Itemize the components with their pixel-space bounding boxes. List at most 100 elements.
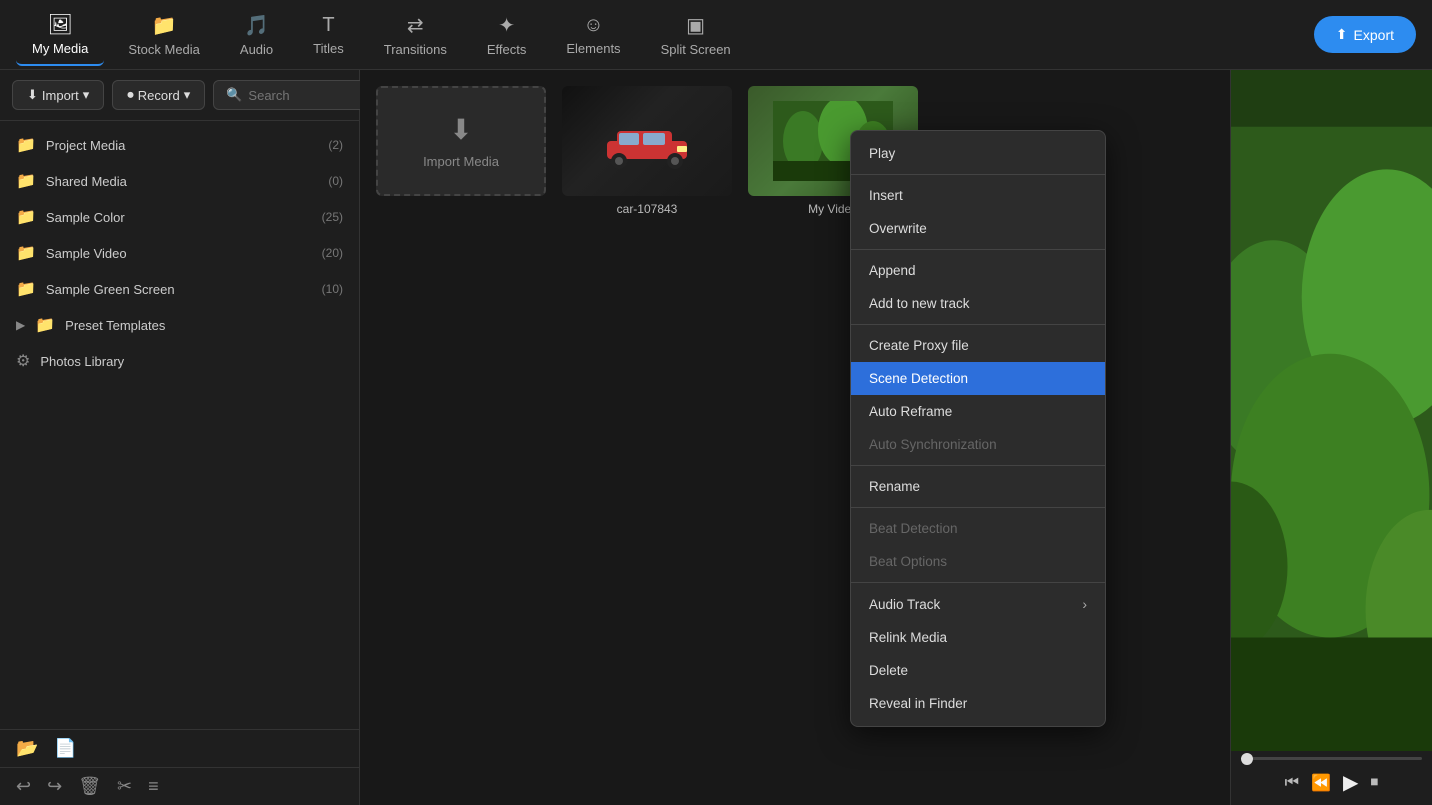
menu-item-scene-detection[interactable]: Scene Detection: [851, 362, 1105, 395]
nav-titles-label: Titles: [313, 41, 344, 56]
nav-audio[interactable]: 🎵 Audio: [224, 5, 289, 65]
sidebar-item-sample-video[interactable]: 📁 Sample Video (20): [0, 235, 359, 271]
nav-split-screen[interactable]: ▣ Split Screen: [645, 5, 747, 65]
menu-item-reveal-in-finder[interactable]: Reveal in Finder: [851, 687, 1105, 720]
sidebar-item-count: (0): [328, 174, 343, 188]
sidebar-item-label: Sample Video: [46, 246, 127, 261]
menu-item-append[interactable]: Append: [851, 254, 1105, 287]
undo-icon[interactable]: ↩: [16, 776, 31, 797]
adjust-icon[interactable]: ≡: [148, 776, 159, 797]
menu-item-auto-reframe[interactable]: Auto Reframe: [851, 395, 1105, 428]
sidebar-toolbar: ⬇ Import ▾ ⏺ Record ▾ 🔍 ⊟ ⋮⋮: [0, 70, 359, 121]
menu-separator-6: [851, 582, 1105, 583]
main-body: ⬇ Import ▾ ⏺ Record ▾ 🔍 ⊟ ⋮⋮ 📁 Projec: [0, 70, 1432, 805]
record-icon: ⏺: [127, 87, 134, 103]
split-screen-icon: ▣: [686, 13, 705, 38]
sidebar: ⬇ Import ▾ ⏺ Record ▾ 🔍 ⊟ ⋮⋮ 📁 Projec: [0, 70, 360, 805]
media-tile-car[interactable]: car-107843: [562, 86, 732, 216]
folder-icon: 📁: [16, 171, 36, 191]
delete-icon[interactable]: 🗑: [78, 776, 101, 797]
nav-elements[interactable]: ☺ Elements: [550, 6, 636, 64]
menu-item-insert[interactable]: Insert: [851, 179, 1105, 212]
menu-item-beat-detection: Beat Detection: [851, 512, 1105, 545]
step-back-icon[interactable]: ⏪: [1311, 773, 1331, 793]
menu-play-label: Play: [869, 146, 895, 161]
sidebar-item-photos-library[interactable]: ⚙ Photos Library: [0, 343, 359, 379]
media-tile-import[interactable]: ⬇ Import Media: [376, 86, 546, 216]
menu-item-overwrite[interactable]: Overwrite: [851, 212, 1105, 245]
sidebar-list: 📁 Project Media (2) 📁 Shared Media (0) 📁…: [0, 121, 359, 729]
sidebar-item-sample-green-screen[interactable]: 📁 Sample Green Screen (10): [0, 271, 359, 307]
sidebar-footer: 📂 📄: [0, 729, 359, 767]
record-label: Record: [138, 88, 180, 103]
nav-stock-media[interactable]: 📁 Stock Media: [112, 5, 216, 65]
sidebar-item-count: (25): [322, 210, 343, 224]
titles-icon: T: [322, 14, 334, 37]
menu-auto-reframe-label: Auto Reframe: [869, 404, 952, 419]
import-label: Import Media: [423, 154, 499, 169]
sidebar-item-label: Sample Color: [46, 210, 125, 225]
menu-item-beat-options: Beat Options: [851, 545, 1105, 578]
menu-beat-options-label: Beat Options: [869, 554, 947, 569]
nav-transitions[interactable]: ⇄ Transitions: [368, 5, 463, 65]
nav-effects[interactable]: ✦ Effects: [471, 5, 543, 65]
export-button[interactable]: ⬆ Export: [1314, 16, 1416, 53]
car-thumbnail: [562, 86, 732, 196]
menu-item-create-proxy-file[interactable]: Create Proxy file: [851, 329, 1105, 362]
skip-back-icon[interactable]: ⏮: [1285, 774, 1299, 792]
car-thumb: [562, 86, 732, 196]
nav-titles[interactable]: T Titles: [297, 6, 360, 64]
media-area: ⬇ Import Media: [360, 70, 1230, 805]
import-button[interactable]: ⬇ Import ▾: [12, 80, 104, 110]
preview-slider[interactable]: [1231, 751, 1432, 760]
menu-item-play[interactable]: Play: [851, 137, 1105, 170]
new-folder-icon[interactable]: 📂: [16, 738, 38, 759]
record-button[interactable]: ⏺ Record ▾: [112, 80, 205, 110]
redo-icon[interactable]: ↪: [47, 776, 62, 797]
folder-icon: 📁: [16, 135, 36, 155]
menu-item-add-to-new-track[interactable]: Add to new track: [851, 287, 1105, 320]
sidebar-item-project-media[interactable]: 📁 Project Media (2): [0, 127, 359, 163]
menu-auto-sync-label: Auto Synchronization: [869, 437, 997, 452]
folder-icon: 📁: [16, 279, 36, 299]
menu-create-proxy-label: Create Proxy file: [869, 338, 969, 353]
car-label: car-107843: [562, 202, 732, 216]
play-icon[interactable]: ▶: [1343, 770, 1358, 795]
sidebar-item-label: Preset Templates: [65, 318, 165, 333]
import-chevron-icon: ▾: [83, 87, 90, 103]
transitions-icon: ⇄: [407, 13, 424, 38]
menu-separator-4: [851, 465, 1105, 466]
menu-item-relink-media[interactable]: Relink Media: [851, 621, 1105, 654]
sidebar-item-preset-templates[interactable]: ▶ 📁 Preset Templates: [0, 307, 359, 343]
my-media-icon: 🖼: [47, 12, 72, 37]
cut-icon[interactable]: ✂: [117, 776, 132, 797]
menu-reveal-finder-label: Reveal in Finder: [869, 696, 967, 711]
menu-item-rename[interactable]: Rename: [851, 470, 1105, 503]
context-menu: Play Insert Overwrite Append Add to new …: [850, 130, 1106, 727]
nav-my-media-label: My Media: [32, 41, 88, 56]
search-icon: 🔍: [226, 87, 242, 103]
sidebar-item-count: (10): [322, 282, 343, 296]
nav-my-media[interactable]: 🖼 My Media: [16, 4, 104, 66]
menu-scene-detection-label: Scene Detection: [869, 371, 968, 386]
add-icon[interactable]: 📄: [54, 738, 76, 759]
menu-relink-media-label: Relink Media: [869, 630, 947, 645]
sidebar-item-label: Photos Library: [40, 354, 124, 369]
audio-icon: 🎵: [244, 13, 269, 38]
stop-icon[interactable]: ⏹: [1370, 774, 1378, 792]
menu-item-auto-synchronization: Auto Synchronization: [851, 428, 1105, 461]
menu-item-audio-track[interactable]: Audio Track ›: [851, 587, 1105, 621]
car-svg: [587, 111, 707, 171]
folder-icon: 📁: [16, 243, 36, 263]
import-icon: ⬇: [27, 87, 38, 103]
nav-elements-label: Elements: [566, 41, 620, 56]
submenu-arrow-icon: ›: [1082, 596, 1087, 612]
menu-rename-label: Rename: [869, 479, 920, 494]
folder-icon: 📁: [35, 315, 55, 335]
menu-item-delete[interactable]: Delete: [851, 654, 1105, 687]
menu-insert-label: Insert: [869, 188, 903, 203]
sidebar-item-sample-color[interactable]: 📁 Sample Color (25): [0, 199, 359, 235]
sidebar-item-shared-media[interactable]: 📁 Shared Media (0): [0, 163, 359, 199]
slider-thumb: [1241, 753, 1253, 765]
effects-icon: ✦: [498, 13, 515, 38]
